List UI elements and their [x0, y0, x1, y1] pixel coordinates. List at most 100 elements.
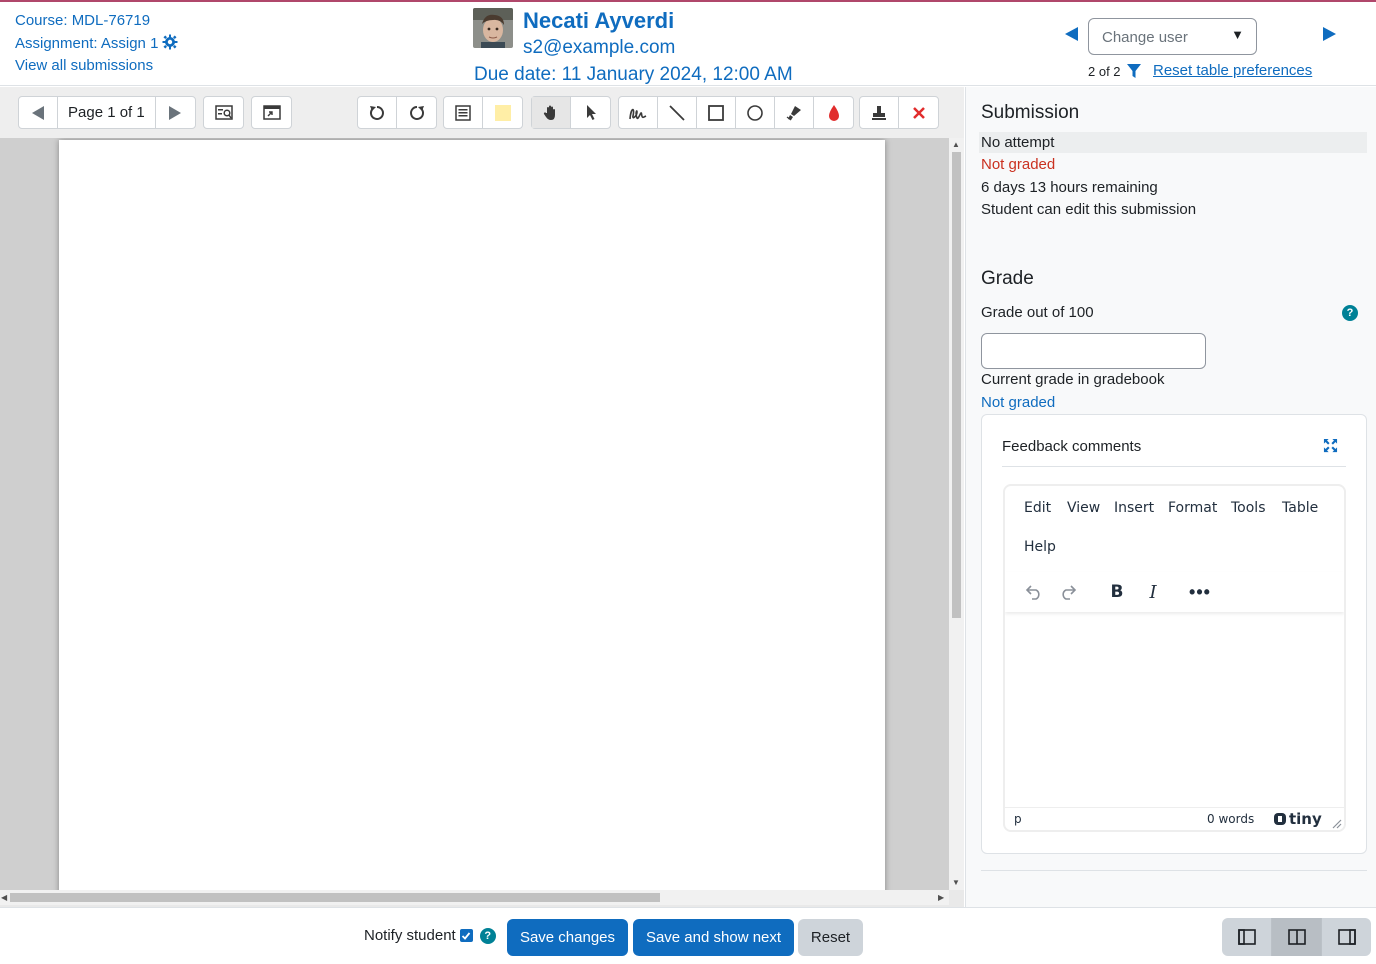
- pen-tool-button[interactable]: [619, 97, 658, 128]
- menu-edit[interactable]: Edit: [1024, 500, 1051, 516]
- tiny-brand: tiny: [1289, 810, 1322, 828]
- select-tool-button[interactable]: [571, 97, 610, 128]
- dropdown-caret-icon: ▼: [1231, 27, 1244, 42]
- notify-help-icon[interactable]: ?: [479, 927, 496, 944]
- scroll-down-icon[interactable]: ▼: [952, 878, 960, 887]
- tiny-logo[interactable]: tiny: [1273, 810, 1322, 828]
- arrow-left-icon: [32, 105, 44, 120]
- rotate-left-icon: [369, 105, 384, 120]
- course-link[interactable]: Course: MDL-76719: [15, 10, 178, 33]
- change-user-select[interactable]: Change user ▼: [1088, 18, 1257, 55]
- search-comments-icon: [214, 104, 233, 120]
- more-button[interactable]: •••: [1185, 578, 1215, 606]
- menu-insert[interactable]: Insert: [1114, 500, 1154, 516]
- editor-content-area[interactable]: [1005, 614, 1344, 806]
- menu-view[interactable]: View: [1067, 500, 1100, 516]
- feedback-divider: [1002, 466, 1346, 467]
- scroll-right-icon[interactable]: ▶: [938, 893, 944, 902]
- redo-icon: [1062, 585, 1077, 600]
- pdf-toolbar: Page 1 of 1: [0, 87, 964, 138]
- edit-status: Student can edit this submission: [981, 201, 1197, 218]
- save-changes-button[interactable]: Save changes: [507, 919, 628, 956]
- scroll-up-icon[interactable]: ▲: [952, 140, 960, 149]
- panel-split-icon: [1287, 929, 1306, 945]
- next-page-button[interactable]: [156, 97, 195, 128]
- current-grade-link[interactable]: Not graded: [981, 394, 1055, 411]
- grading-footer: Notify student ? Save changes Save and s…: [0, 907, 1376, 964]
- user-name[interactable]: Necati Ayverdi: [523, 8, 674, 34]
- reset-table-preferences-link[interactable]: Reset table preferences: [1153, 62, 1312, 79]
- default-layout-button[interactable]: [1272, 918, 1322, 956]
- assignment-link[interactable]: Assignment: Assign 1: [15, 33, 178, 56]
- collapse-review-panel-button[interactable]: [1222, 918, 1272, 956]
- line-icon: [669, 104, 685, 121]
- expand-group: [251, 96, 292, 129]
- pan-tool-button[interactable]: [532, 97, 571, 128]
- page-navigation-group: Page 1 of 1: [18, 96, 196, 129]
- user-count-text: 2 of 2: [1088, 64, 1121, 79]
- bold-button[interactable]: B: [1102, 578, 1132, 606]
- user-avatar[interactable]: [473, 8, 513, 48]
- tiny-logo-icon: [1274, 813, 1286, 825]
- menu-help[interactable]: Help: [1024, 539, 1056, 555]
- comment-icon: [455, 104, 471, 121]
- comment-tool-button[interactable]: [444, 97, 483, 128]
- element-path[interactable]: p: [1014, 812, 1022, 826]
- save-and-show-next-button[interactable]: Save and show next: [633, 919, 794, 956]
- word-count[interactable]: 0 words: [1207, 812, 1254, 826]
- stamp-delete-group: [859, 96, 939, 129]
- search-comments-button[interactable]: [204, 97, 243, 128]
- change-user-placeholder: Change user: [1102, 29, 1188, 46]
- grade-input[interactable]: [981, 333, 1206, 369]
- menu-tools[interactable]: Tools: [1231, 500, 1266, 516]
- feedback-comments-box: Feedback comments Edit View Insert Forma…: [981, 414, 1367, 854]
- notify-checkbox[interactable]: [459, 929, 473, 942]
- previous-user-arrow-icon[interactable]: [1062, 24, 1082, 44]
- expand-icon[interactable]: [1323, 438, 1338, 453]
- undo-button[interactable]: [1018, 578, 1048, 606]
- reset-button[interactable]: Reset: [798, 919, 863, 956]
- rectangle-tool-button[interactable]: [697, 97, 736, 128]
- oval-tool-button[interactable]: [736, 97, 775, 128]
- annotation-tools-group: [618, 96, 854, 129]
- view-all-submissions-link[interactable]: View all submissions: [15, 55, 178, 78]
- next-user-arrow-icon[interactable]: [1320, 24, 1340, 44]
- red-drop-icon: [828, 104, 839, 121]
- more-dots-icon: •••: [1189, 581, 1211, 602]
- highlight-tool-button[interactable]: [775, 97, 814, 128]
- expand-comments-button[interactable]: [252, 97, 291, 128]
- previous-page-button[interactable]: [19, 97, 58, 128]
- stamp-tool-button[interactable]: [860, 97, 899, 128]
- line-tool-button[interactable]: [658, 97, 697, 128]
- italic-button[interactable]: I: [1138, 578, 1168, 606]
- comment-colour-button[interactable]: [483, 97, 522, 128]
- resize-handle-icon[interactable]: [1332, 819, 1342, 829]
- pdf-viewport[interactable]: [0, 138, 949, 890]
- pdf-annotation-pane: Page 1 of 1 ▲ ▼ ◀ ▶: [0, 87, 964, 907]
- collapse-grade-panel-button[interactable]: [1322, 918, 1371, 956]
- gear-icon[interactable]: [162, 34, 178, 50]
- menu-format[interactable]: Format: [1168, 500, 1217, 516]
- rotate-right-icon: [409, 105, 424, 120]
- vertical-scrollbar-thumb[interactable]: [952, 152, 961, 618]
- editor-menubar: Edit View Insert Format Tools Table Help: [1005, 486, 1344, 571]
- horizontal-scrollbar-thumb[interactable]: [10, 893, 660, 902]
- search-comments-group: [203, 96, 244, 129]
- filter-icon[interactable]: [1126, 63, 1142, 79]
- editor-toolbar: B I •••: [1005, 572, 1344, 612]
- horizontal-scrollbar[interactable]: ◀ ▶: [0, 890, 949, 905]
- annotation-colour-button[interactable]: [814, 97, 853, 128]
- page-select[interactable]: Page 1 of 1: [58, 97, 156, 128]
- help-icon[interactable]: ?: [1342, 305, 1358, 321]
- pdf-page[interactable]: [59, 140, 885, 890]
- scroll-left-icon[interactable]: ◀: [1, 893, 7, 902]
- attempt-status: No attempt: [979, 132, 1367, 153]
- delete-annotation-button[interactable]: [899, 97, 938, 128]
- vertical-scrollbar[interactable]: ▲ ▼: [949, 138, 964, 890]
- grade-heading: Grade: [981, 268, 1034, 289]
- redo-button[interactable]: [1054, 578, 1084, 606]
- menu-table[interactable]: Table: [1282, 500, 1318, 516]
- rotate-left-button[interactable]: [358, 97, 397, 128]
- time-remaining: 6 days 13 hours remaining: [981, 179, 1158, 196]
- rotate-right-button[interactable]: [397, 97, 436, 128]
